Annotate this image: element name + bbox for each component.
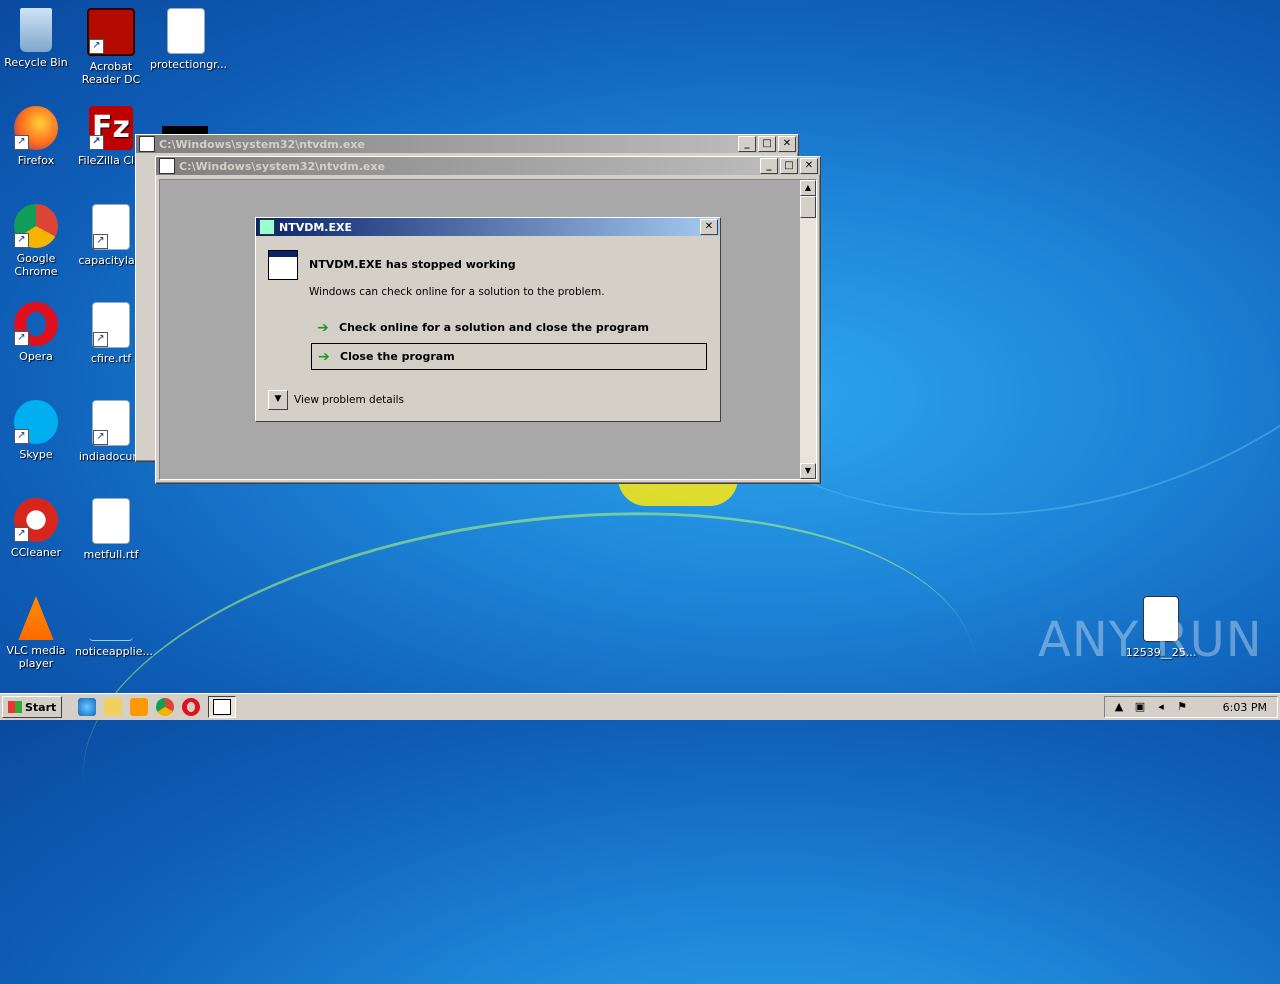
desktop-icon-noticeapplie[interactable]: noticeapplie... [75, 596, 153, 658]
shortcut-arrow-icon: ↗ [93, 234, 108, 249]
ntvdm-task-button[interactable] [208, 696, 237, 718]
application-icon [268, 250, 298, 280]
file-explorer-icon[interactable] [104, 698, 123, 716]
recycle-bin-icon [20, 8, 52, 52]
firefox-icon: ↗ [14, 106, 58, 150]
opera-taskbar-icon[interactable] [182, 698, 201, 716]
desktop-icon-opera[interactable]: ↗ Opera [0, 302, 72, 363]
clock[interactable]: 6:03 PM [1223, 701, 1267, 714]
close-button[interactable]: ✕ [778, 136, 796, 152]
close-button[interactable]: ✕ [800, 158, 818, 174]
start-button[interactable]: Start [2, 696, 63, 718]
console-app-icon [259, 219, 275, 235]
console-app-icon [139, 136, 155, 152]
word-document-icon: ↗ [92, 204, 130, 250]
green-arrow-icon: ➔ [317, 319, 329, 336]
dialog-title: NTVDM.EXE [279, 220, 352, 234]
minimize-button[interactable]: _ [738, 136, 756, 152]
error-heading: NTVDM.EXE has stopped working [309, 258, 516, 271]
background-window-fragment [162, 126, 208, 134]
window-title: C:\Windows\system32\ntvdm.exe [159, 137, 365, 151]
blank-document-icon [89, 596, 133, 641]
dialog-titlebar[interactable]: NTVDM.EXE ✕ [256, 218, 720, 236]
close-program-option[interactable]: ➔ Close the program [311, 343, 707, 370]
word-document-icon [167, 8, 205, 54]
desktop-icon-google-chrome[interactable]: ↗ Google Chrome [0, 204, 72, 278]
filezilla-icon: Fz ↗ [89, 106, 133, 150]
error-subtext: Windows can check online for a solution … [309, 286, 605, 298]
internet-explorer-icon[interactable] [78, 698, 97, 716]
scroll-up-button[interactable]: ▲ [800, 180, 816, 196]
scroll-thumb[interactable] [800, 196, 816, 218]
scroll-down-button[interactable]: ▼ [800, 463, 816, 479]
error-dialog[interactable]: NTVDM.EXE ✕ NTVDM.EXE has stopped workin… [255, 217, 721, 422]
shortcut-arrow-icon: ↗ [14, 135, 29, 150]
shortcut-arrow-icon: ↗ [93, 430, 108, 445]
shortcut-arrow-icon: ↗ [89, 39, 104, 54]
chrome-icon: ↗ [14, 204, 58, 248]
taskbar: Start ▲ ▣ ◂ ⚑ 6:03 PM [0, 693, 1280, 720]
opera-icon: ↗ [14, 302, 58, 346]
desktop-icon-metfull[interactable]: metfull.rtf [75, 498, 147, 561]
shortcut-arrow-icon: ↗ [14, 527, 29, 542]
shortcut-arrow-icon: ↗ [14, 429, 29, 444]
console-app-icon [213, 699, 232, 715]
console-app-icon [159, 158, 175, 174]
skype-icon: ↗ [14, 400, 58, 444]
dialog-close-button[interactable]: ✕ [700, 219, 718, 235]
desktop-icon-skype[interactable]: ↗ Skype [0, 400, 72, 461]
desktop-icon-protectiongr[interactable]: protectiongr... [150, 8, 227, 71]
action-center-flag-icon[interactable]: ⚑ [1175, 700, 1189, 714]
desktop-icon-vlc[interactable]: VLC media player [0, 596, 72, 670]
check-online-option[interactable]: ➔ Check online for a solution and close … [311, 314, 707, 341]
media-player-icon[interactable] [130, 698, 149, 716]
shortcut-arrow-icon: ↗ [14, 233, 29, 248]
window-titlebar[interactable]: C:\Windows\system32\ntvdm.exe _ □ ✕ [136, 135, 798, 153]
details-label: View problem details [294, 394, 405, 406]
option-label: Close the program [340, 350, 455, 363]
shortcut-arrow-icon: ↗ [14, 331, 29, 346]
desktop-icon-ccleaner[interactable]: ↗ CCleaner [0, 498, 72, 559]
windows-logo-icon [8, 701, 22, 713]
minimize-button[interactable]: _ [760, 158, 778, 174]
word-document-icon: ↗ [92, 400, 130, 446]
option-label: Check online for a solution and close th… [339, 321, 649, 334]
show-hidden-icons-icon[interactable]: ▲ [1112, 700, 1126, 714]
window-title: C:\Windows\system32\ntvdm.exe [179, 159, 385, 173]
shortcut-arrow-icon: ↗ [93, 332, 108, 347]
volume-icon[interactable]: ◂ [1154, 700, 1168, 714]
vertical-scrollbar[interactable]: ▲ ▼ [800, 180, 816, 479]
word-document-icon [92, 498, 130, 544]
word-document-icon: ↗ [92, 302, 130, 348]
desktop-icon-firefox[interactable]: ↗ Firefox [0, 106, 72, 167]
desktop-icon-acrobat-reader[interactable]: ↗ Acrobat Reader DC [75, 8, 147, 86]
network-icon[interactable]: ▣ [1133, 700, 1147, 714]
vlc-cone-icon [18, 596, 54, 640]
green-arrow-icon: ➔ [318, 348, 330, 365]
chevron-down-icon[interactable]: ▼ [268, 390, 288, 410]
ccleaner-icon: ↗ [14, 498, 58, 542]
maximize-button[interactable]: □ [780, 158, 798, 174]
desktop-icon-recycle-bin[interactable]: Recycle Bin [0, 8, 72, 69]
anyrun-watermark: ANY RUN [1038, 612, 1263, 668]
chrome-taskbar-icon[interactable] [156, 698, 175, 716]
maximize-button[interactable]: □ [758, 136, 776, 152]
acrobat-icon: ↗ [87, 8, 135, 56]
window-titlebar[interactable]: C:\Windows\system32\ntvdm.exe _ □ ✕ [156, 157, 820, 175]
system-tray: ▲ ▣ ◂ ⚑ 6:03 PM [1104, 696, 1278, 718]
wallpaper-swoosh [56, 459, 1004, 984]
view-details-toggle[interactable]: ▼ View problem details [268, 390, 404, 410]
shortcut-arrow-icon: ↗ [89, 135, 104, 150]
